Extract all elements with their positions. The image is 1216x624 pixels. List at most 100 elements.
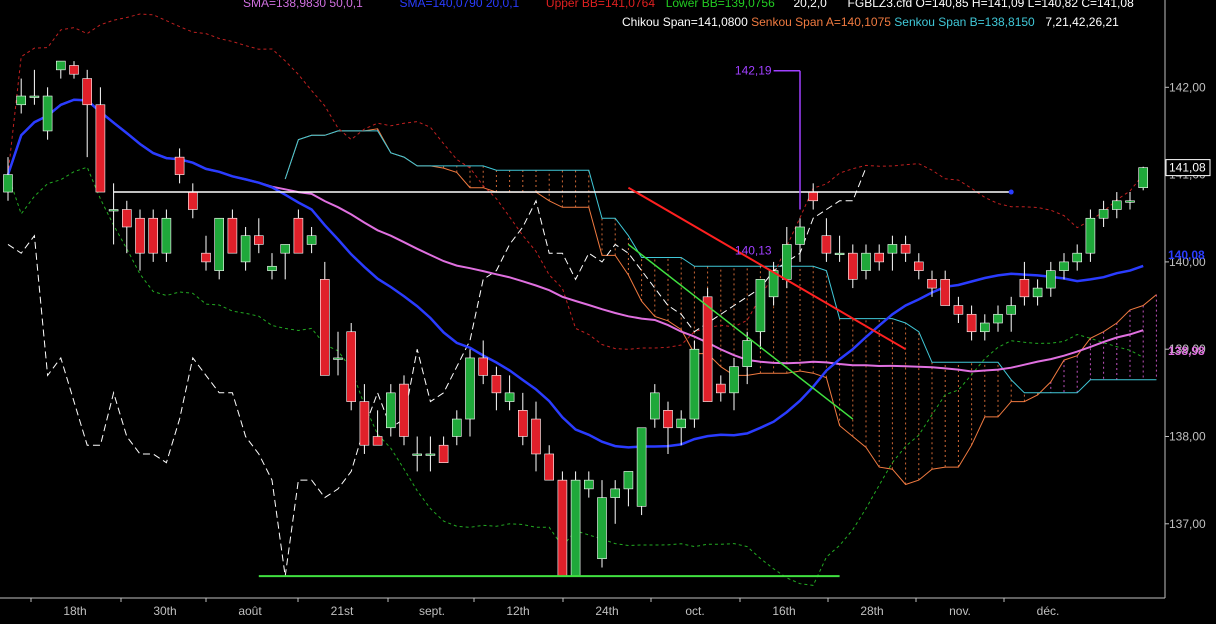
x-tick-label: 12th bbox=[506, 604, 529, 618]
candle-down bbox=[188, 191, 198, 210]
candle-down bbox=[319, 279, 330, 376]
candle-up bbox=[55, 60, 66, 71]
candle-up bbox=[465, 357, 475, 420]
candle-up bbox=[1085, 217, 1096, 254]
candle-up bbox=[333, 357, 343, 360]
candle-down bbox=[1019, 279, 1030, 298]
candle-down bbox=[702, 296, 713, 402]
candle-up bbox=[280, 244, 291, 254]
candle-down bbox=[478, 357, 489, 376]
candle-up bbox=[1032, 287, 1043, 298]
candle-down bbox=[82, 78, 92, 106]
candle-down bbox=[346, 331, 357, 402]
candle-up bbox=[161, 217, 172, 254]
candle-down bbox=[900, 244, 911, 254]
candlesticks bbox=[3, 60, 1148, 577]
candle-down bbox=[715, 383, 726, 394]
candle-up bbox=[979, 322, 990, 333]
price-annotation: 140,13 bbox=[735, 244, 772, 258]
candle-up bbox=[425, 453, 436, 456]
candle-up bbox=[108, 209, 119, 212]
candle-up bbox=[729, 366, 739, 394]
x-tick-label: 21st bbox=[331, 604, 354, 618]
y-tick-label: 138,00 bbox=[1169, 429, 1206, 443]
candle-up bbox=[42, 95, 53, 132]
candle-up bbox=[676, 418, 687, 429]
candle-down bbox=[201, 252, 211, 263]
candle-down bbox=[808, 191, 819, 202]
candle-up bbox=[755, 279, 766, 333]
candle-up bbox=[781, 244, 792, 280]
candle-up bbox=[597, 497, 607, 560]
candle-up bbox=[3, 174, 13, 193]
candle-up bbox=[570, 479, 581, 577]
candle-down bbox=[372, 436, 383, 446]
candle-up bbox=[1046, 270, 1056, 289]
candle-down bbox=[174, 156, 185, 175]
candle-down bbox=[148, 217, 158, 254]
candle-down bbox=[69, 65, 79, 75]
candle-down bbox=[95, 104, 106, 193]
candle-up bbox=[861, 252, 871, 271]
last-price-label: 141,08 bbox=[1169, 161, 1206, 175]
candle-up bbox=[834, 252, 845, 255]
sma20-line bbox=[6, 98, 1144, 449]
x-tick-label: 28th bbox=[860, 604, 883, 618]
candle-down bbox=[544, 453, 555, 481]
candle-down bbox=[847, 252, 858, 280]
candle-up bbox=[16, 95, 27, 106]
candle-up bbox=[623, 471, 634, 490]
candle-down bbox=[531, 418, 541, 455]
x-tick-label: août bbox=[238, 604, 262, 618]
indicator-lines bbox=[6, 13, 1157, 586]
x-tick-label: 30th bbox=[153, 604, 176, 618]
candle-down bbox=[821, 235, 832, 254]
candle-down bbox=[953, 305, 964, 315]
y-tick-label: 142,00 bbox=[1169, 80, 1206, 94]
candle-up bbox=[385, 392, 396, 429]
candle-up bbox=[240, 235, 251, 263]
candle-up bbox=[504, 392, 515, 402]
down-trendline bbox=[627, 243, 854, 420]
candle-down bbox=[227, 217, 238, 254]
candle-up bbox=[742, 340, 753, 367]
candle-down bbox=[359, 401, 370, 446]
candle-down bbox=[438, 444, 449, 463]
candle-up bbox=[267, 265, 277, 271]
candle-down bbox=[874, 252, 885, 263]
candle-up bbox=[887, 244, 898, 254]
candle-up bbox=[306, 235, 317, 245]
candle-down bbox=[966, 313, 977, 333]
x-tick-label: nov. bbox=[949, 604, 971, 618]
x-tick-label: déc. bbox=[1037, 604, 1060, 618]
candle-down bbox=[293, 217, 304, 254]
candle-up bbox=[1059, 261, 1069, 271]
candle-up bbox=[795, 226, 805, 245]
x-tick-label: 24th bbox=[595, 604, 618, 618]
candle-up bbox=[583, 479, 594, 490]
candle-up bbox=[610, 488, 621, 498]
candle-down bbox=[940, 279, 951, 306]
candle-up bbox=[1112, 200, 1122, 210]
x-tick-label: 18th bbox=[63, 604, 86, 618]
candle-up bbox=[689, 348, 700, 420]
candle-up bbox=[29, 95, 40, 98]
x-tick-label: 16th bbox=[772, 604, 795, 618]
sma20-price-label: 140,08 bbox=[1168, 248, 1205, 262]
candle-up bbox=[1006, 305, 1017, 315]
candle-down bbox=[135, 217, 145, 254]
price-chart[interactable]: 142,19140,13 142,00141,00140,00139,00138… bbox=[0, 0, 1216, 624]
candle-down bbox=[254, 235, 264, 245]
candle-up bbox=[1125, 200, 1135, 203]
candle-down bbox=[122, 209, 132, 228]
price-annotation: 142,19 bbox=[735, 64, 772, 78]
x-tick-label: oct. bbox=[685, 604, 704, 618]
candle-up bbox=[412, 453, 423, 456]
sma50-price-label: 138,98 bbox=[1168, 344, 1205, 358]
y-tick-label: 137,00 bbox=[1169, 517, 1206, 531]
candle-up bbox=[1072, 252, 1082, 263]
candle-up bbox=[214, 217, 224, 271]
x-tick-label: sept. bbox=[419, 604, 445, 618]
candle-up bbox=[636, 427, 647, 507]
senkou-span-b-line bbox=[284, 130, 1157, 394]
